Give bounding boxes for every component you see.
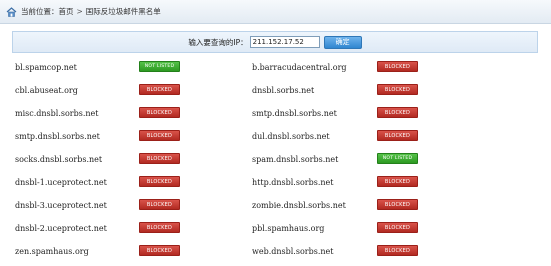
blacklist-host: misc.dnsbl.sorbs.net (15, 109, 99, 118)
status-badge: NOT LISTED (377, 153, 418, 164)
status-badge: BLOCKED (377, 61, 418, 72)
breadcrumb-current: 国际反垃圾邮件黑名单 (85, 7, 161, 16)
blacklist-host: web.dnsbl.sorbs.net (252, 247, 334, 256)
status-badge: BLOCKED (139, 153, 180, 164)
result-row: socks.dnsbl.sorbs.net BLOCKED spam.dnsbl.s… (0, 149, 551, 172)
status-badge: BLOCKED (139, 199, 180, 210)
result-row: dnsbl-1.uceprotect.net BLOCKED http.dnsbl.… (0, 172, 551, 195)
result-row: cbl.abuseat.org BLOCKED dnsbl.sorbs.net BLO… (0, 80, 551, 103)
ip-query-label: 输入要查询的IP： (188, 37, 248, 47)
blacklist-host: dnsbl.sorbs.net (252, 86, 315, 95)
status-badge: BLOCKED (377, 245, 418, 256)
status-badge: BLOCKED (139, 107, 180, 118)
blacklist-host: dul.dnsbl.sorbs.net (252, 132, 330, 141)
blacklist-host: zen.spamhaus.org (15, 247, 89, 256)
blacklist-host: dnsbl-3.uceprotect.net (15, 201, 107, 210)
ip-input[interactable] (249, 36, 320, 48)
status-badge: BLOCKED (377, 199, 418, 210)
result-row: misc.dnsbl.sorbs.net BLOCKED smtp.dnsbl.so… (0, 103, 551, 126)
blacklist-host: dnsbl-2.uceprotect.net (15, 224, 107, 233)
blacklist-host: smtp.dnsbl.sorbs.net (252, 109, 337, 118)
result-row: dnsbl-3.uceprotect.net BLOCKED zombie.dnsb… (0, 195, 551, 218)
blacklist-host: smtp.dnsbl.sorbs.net (15, 132, 100, 141)
breadcrumb-separator: > (76, 7, 83, 16)
blacklist-host: spam.dnsbl.sorbs.net (252, 155, 339, 164)
breadcrumb-prefix: 当前位置： (21, 7, 59, 16)
breadcrumb: 当前位置： 首页 > 国际反垃圾邮件黑名单 (0, 0, 551, 24)
breadcrumb-home-link[interactable]: 首页 (59, 6, 74, 17)
ip-query-panel: 输入要查询的IP： 确定 (12, 31, 538, 53)
blacklist-host: bl.spamcop.net (15, 63, 77, 72)
status-badge: NOT LISTED (139, 61, 180, 72)
status-badge: BLOCKED (377, 176, 418, 187)
status-badge: BLOCKED (139, 84, 180, 95)
result-row: dnsbl-2.uceprotect.net BLOCKED pbl.spamhau… (0, 218, 551, 241)
home-icon (6, 6, 17, 17)
status-badge: BLOCKED (377, 130, 418, 141)
status-badge: BLOCKED (377, 84, 418, 95)
blacklist-host: pbl.spamhaus.org (252, 224, 325, 233)
result-row: zen.spamhaus.org BLOCKED web.dnsbl.sorbs.n… (0, 241, 551, 264)
blacklist-host: b.barracudacentral.org (252, 63, 347, 72)
status-badge: BLOCKED (377, 222, 418, 233)
blacklist-host: dnsbl-1.uceprotect.net (15, 178, 107, 187)
status-badge: BLOCKED (139, 222, 180, 233)
submit-button[interactable]: 确定 (323, 35, 362, 49)
blacklist-host: zombie.dnsbl.sorbs.net (252, 201, 346, 210)
blacklist-host: socks.dnsbl.sorbs.net (15, 155, 103, 164)
status-badge: BLOCKED (377, 107, 418, 118)
blacklist-host: cbl.abuseat.org (15, 86, 78, 95)
status-badge: BLOCKED (139, 130, 180, 141)
status-badge: BLOCKED (139, 245, 180, 256)
result-row: smtp.dnsbl.sorbs.net BLOCKED dul.dnsbl.sor… (0, 126, 551, 149)
blacklist-host: http.dnsbl.sorbs.net (252, 178, 334, 187)
result-row: bl.spamcop.net NOT LISTED b.barracudacentr… (0, 57, 551, 80)
status-badge: BLOCKED (139, 176, 180, 187)
